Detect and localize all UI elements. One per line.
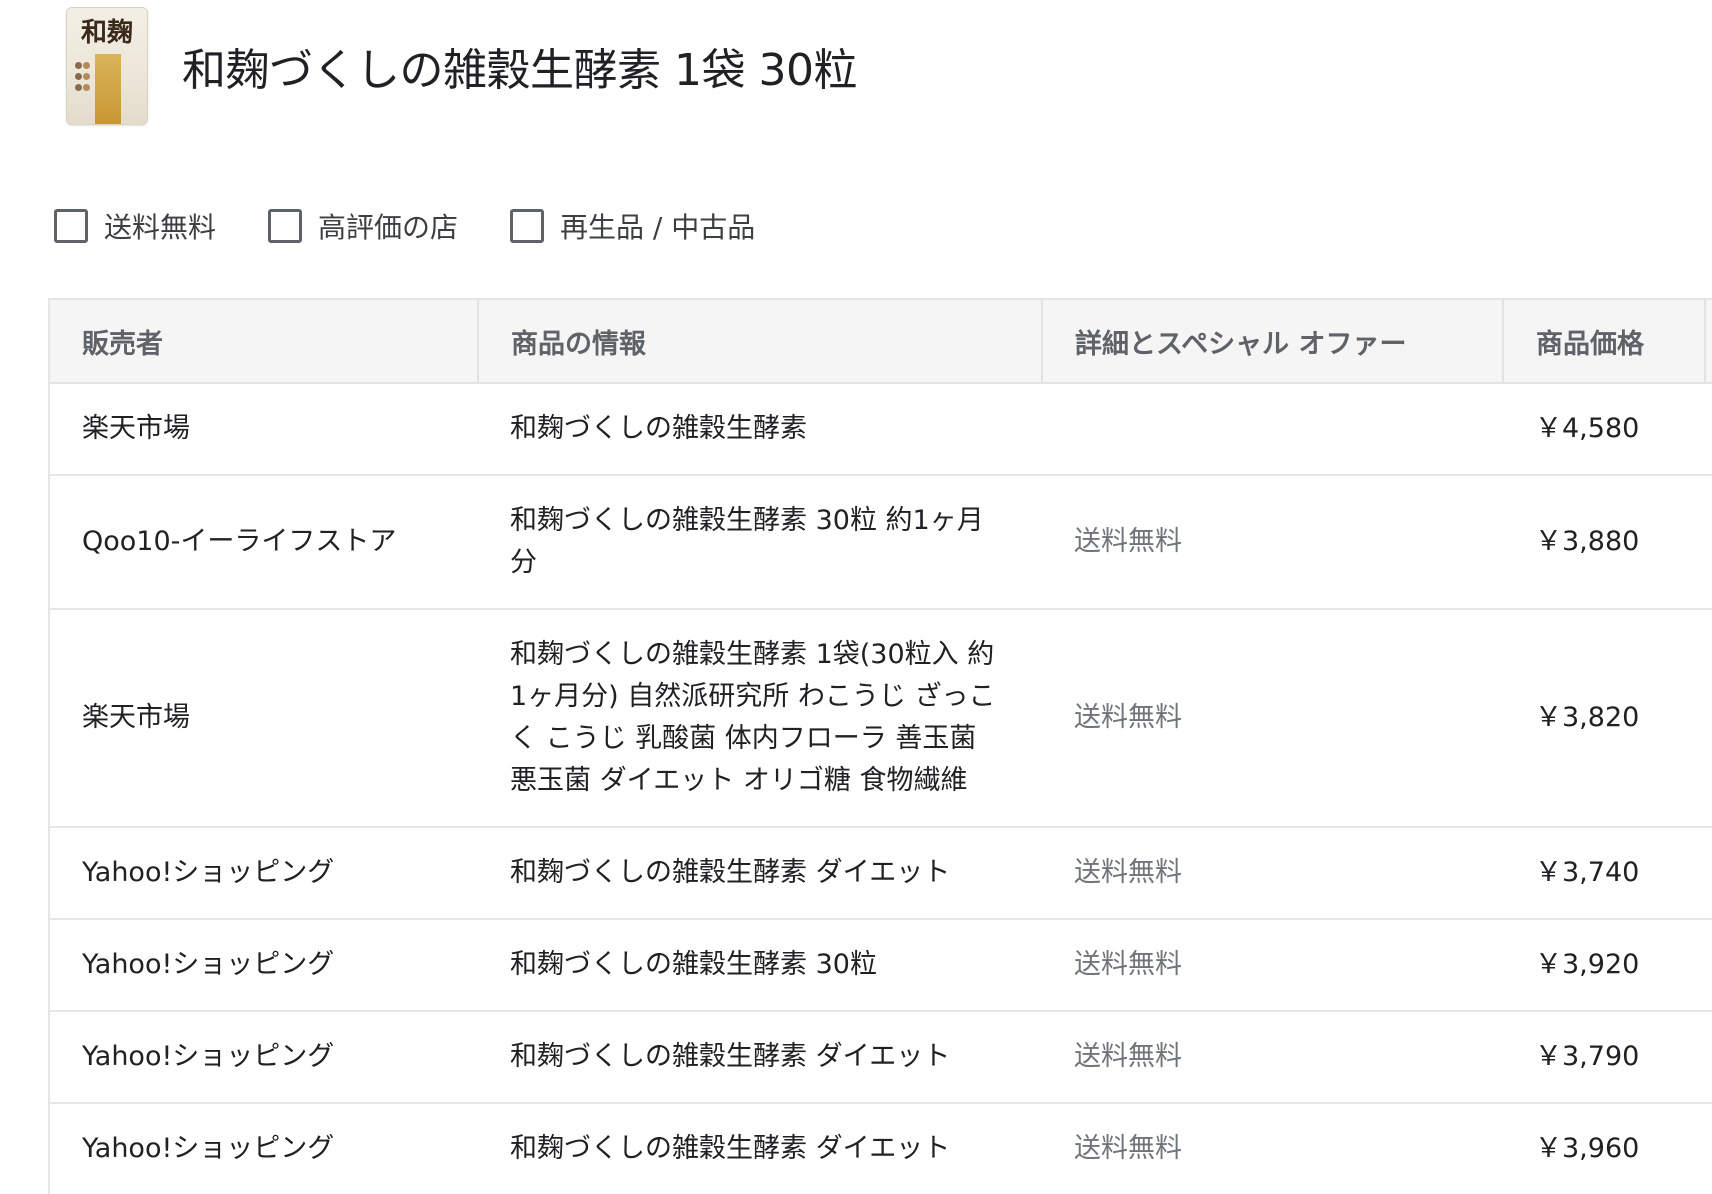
seller-link[interactable]: Qoo10-イーライフストア	[48, 475, 478, 610]
free-shipping-checkbox[interactable]	[54, 209, 88, 243]
filter-label: 高評価の店	[318, 211, 459, 244]
price: ￥3,740	[1503, 827, 1705, 920]
price: ￥3,790	[1503, 1011, 1705, 1104]
top-rated-store-checkbox[interactable]	[268, 209, 303, 243]
refurbished-used-checkbox[interactable]	[510, 209, 545, 243]
row-overflow	[1705, 475, 1712, 610]
product-info[interactable]: 和麹づくしの雑穀生酵素	[478, 383, 1042, 476]
filter-bar: 送料無料 高評価の店 再生品 / 中古品	[54, 204, 807, 248]
filter-free-shipping[interactable]: 送料無料	[54, 206, 216, 246]
row-overflow	[1705, 383, 1712, 476]
row-overflow	[1705, 1103, 1712, 1194]
thumbnail-grain-dots	[75, 62, 93, 95]
row-overflow	[1705, 827, 1712, 920]
seller-table: 販売者 商品の情報 詳細とスペシャル オファー 商品価格 楽天市場 和麹づくしの…	[48, 298, 1712, 1194]
filter-label: 送料無料	[104, 211, 217, 244]
product-info[interactable]: 和麹づくしの雑穀生酵素 ダイエット	[478, 1103, 1042, 1194]
table-row[interactable]: Yahoo!ショッピング 和麹づくしの雑穀生酵素 30粒 送料無料 ￥3,920	[48, 919, 1712, 1012]
table-row[interactable]: 楽天市場 和麹づくしの雑穀生酵素 1袋(30粒入 約1ヶ月分) 自然派研究所 わ…	[48, 609, 1712, 828]
thumbnail-logo-text: 和麹	[81, 18, 134, 48]
filter-label: 再生品 / 中古品	[560, 211, 756, 244]
seller-link[interactable]: 楽天市場	[48, 383, 478, 476]
row-overflow	[1705, 919, 1712, 1012]
column-header-product-info: 商品の情報	[478, 298, 1043, 384]
product-title: 和麹づくしの雑穀生酵素 1袋 30粒	[182, 45, 857, 96]
product-info[interactable]: 和麹づくしの雑穀生酵素 30粒 約1ヶ月分	[478, 475, 1042, 610]
row-overflow	[1705, 609, 1712, 828]
filter-refurbished-used[interactable]: 再生品 / 中古品	[510, 206, 755, 246]
product-header: 和麹 和麹づくしの雑穀生酵素 1袋 30粒	[66, 6, 857, 126]
row-overflow	[1705, 1011, 1712, 1104]
table-row[interactable]: 楽天市場 和麹づくしの雑穀生酵素 ￥4,580	[48, 383, 1712, 476]
seller-link[interactable]: 楽天市場	[48, 609, 478, 828]
price: ￥4,580	[1503, 383, 1705, 476]
thumbnail-gold-band	[95, 54, 121, 124]
offer-detail: 送料無料	[1042, 919, 1503, 1012]
price: ￥3,880	[1503, 475, 1705, 610]
shopping-compare-page: 和麹 和麹づくしの雑穀生酵素 1袋 30粒 送料無料 高評価の店 再生品 / 中…	[0, 0, 1712, 1194]
table-row[interactable]: Yahoo!ショッピング 和麹づくしの雑穀生酵素 ダイエット 送料無料 ￥3,7…	[48, 827, 1712, 920]
price: ￥3,920	[1503, 919, 1705, 1012]
seller-link[interactable]: Yahoo!ショッピング	[48, 827, 478, 920]
product-thumbnail[interactable]: 和麹	[66, 7, 148, 125]
offer-detail: 送料無料	[1042, 475, 1503, 610]
seller-link[interactable]: Yahoo!ショッピング	[48, 919, 478, 1012]
filter-top-rated-store[interactable]: 高評価の店	[268, 206, 458, 246]
column-header-price: 商品価格	[1503, 298, 1706, 384]
offer-detail	[1042, 383, 1503, 476]
table-row[interactable]: Yahoo!ショッピング 和麹づくしの雑穀生酵素 ダイエット 送料無料 ￥3,7…	[48, 1011, 1712, 1104]
price: ￥3,820	[1503, 609, 1705, 828]
offer-detail: 送料無料	[1042, 1011, 1503, 1104]
offer-detail: 送料無料	[1042, 827, 1503, 920]
product-info[interactable]: 和麹づくしの雑穀生酵素 30粒	[478, 919, 1042, 1012]
column-header-overflow	[1705, 298, 1712, 384]
offer-detail: 送料無料	[1042, 1103, 1503, 1194]
offer-detail: 送料無料	[1042, 609, 1503, 828]
seller-table-container: 販売者 商品の情報 詳細とスペシャル オファー 商品価格 楽天市場 和麹づくしの…	[48, 298, 1712, 1194]
table-body: 楽天市場 和麹づくしの雑穀生酵素 ￥4,580 Qoo10-イーライフストア 和…	[48, 383, 1712, 1194]
column-header-details-offers: 詳細とスペシャル オファー	[1042, 298, 1504, 384]
table-row[interactable]: Qoo10-イーライフストア 和麹づくしの雑穀生酵素 30粒 約1ヶ月分 送料無…	[48, 475, 1712, 610]
seller-link[interactable]: Yahoo!ショッピング	[48, 1103, 478, 1194]
seller-link[interactable]: Yahoo!ショッピング	[48, 1011, 478, 1104]
column-header-seller: 販売者	[48, 298, 479, 384]
table-row[interactable]: Yahoo!ショッピング 和麹づくしの雑穀生酵素 ダイエット 送料無料 ￥3,9…	[48, 1103, 1712, 1194]
product-info[interactable]: 和麹づくしの雑穀生酵素 ダイエット	[478, 827, 1042, 920]
price: ￥3,960	[1503, 1103, 1705, 1194]
table-header: 販売者 商品の情報 詳細とスペシャル オファー 商品価格	[48, 298, 1712, 384]
product-info[interactable]: 和麹づくしの雑穀生酵素 ダイエット	[478, 1011, 1042, 1104]
product-info[interactable]: 和麹づくしの雑穀生酵素 1袋(30粒入 約1ヶ月分) 自然派研究所 わこうじ ざ…	[478, 609, 1042, 828]
